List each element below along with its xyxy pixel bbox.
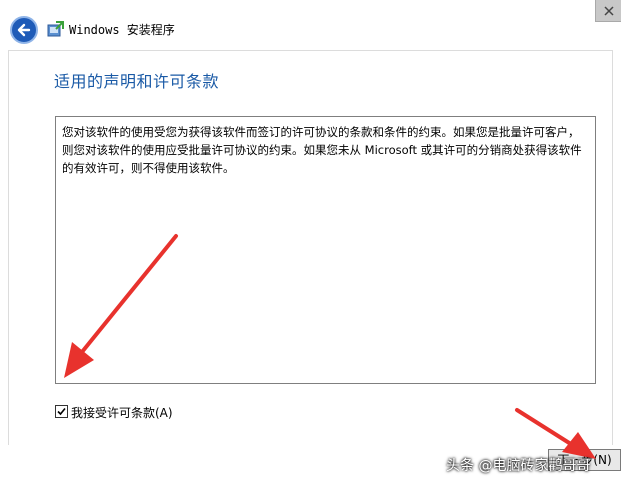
checkmark-icon xyxy=(57,407,66,416)
window-title: Windows 安装程序 xyxy=(69,23,175,37)
accept-terms-label[interactable]: 我接受许可条款(A) xyxy=(71,404,173,421)
close-icon xyxy=(604,6,614,16)
setup-window: Windows 安装程序 适用的声明和许可条款 您对该软件的使用受您为获得该软件… xyxy=(0,0,621,488)
setup-app-icon xyxy=(47,21,64,37)
page-title: 适用的声明和许可条款 xyxy=(54,72,220,91)
watermark: 头条 @电脑砖家鹳哥哥 xyxy=(446,458,591,474)
license-text: 您对该软件的使用受您为获得该软件而签订的许可协议的条款和条件的约束。如果您是批量… xyxy=(62,125,582,175)
close-button[interactable] xyxy=(595,0,621,22)
back-arrow-icon xyxy=(17,23,31,37)
title-bar: Windows 安装程序 xyxy=(0,0,621,52)
license-text-box[interactable]: 您对该软件的使用受您为获得该软件而签订的许可协议的条款和条件的约束。如果您是批量… xyxy=(55,116,596,384)
back-button[interactable] xyxy=(10,16,38,44)
accept-terms-checkbox[interactable] xyxy=(55,405,68,418)
